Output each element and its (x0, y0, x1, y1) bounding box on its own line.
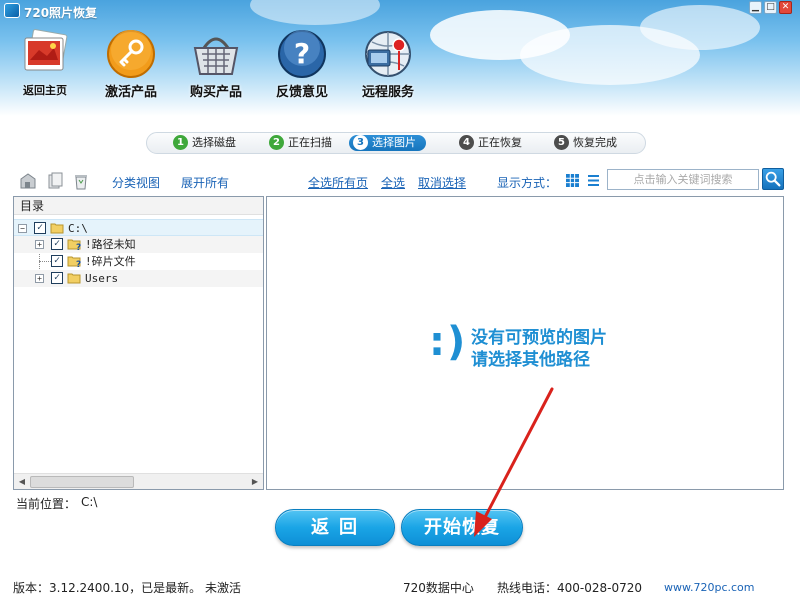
folder-question-icon: ? (67, 239, 81, 250)
category-view-link[interactable]: 分类视图 (112, 174, 160, 191)
collapse-toggle[interactable]: − (18, 224, 27, 233)
step-select-images: 3 选择图片 (349, 135, 426, 151)
tree-item-root[interactable]: − ✓ C:\ (14, 219, 263, 236)
nav-activate-button[interactable]: 激活产品 (91, 26, 171, 102)
shopping-basket-icon (193, 37, 239, 75)
tree-item-label: C:\ (68, 222, 88, 235)
list-view-icon[interactable] (587, 174, 600, 187)
step-scanning: 2 正在扫描 (269, 135, 332, 151)
maximize-button[interactable]: □ (764, 1, 777, 14)
scrollbar-thumb[interactable] (30, 476, 134, 488)
expand-all-link[interactable]: 展开所有 (181, 174, 229, 191)
search-button[interactable] (762, 168, 784, 190)
back-folder-icon[interactable] (19, 172, 37, 190)
tree-checkbox[interactable]: ✓ (34, 222, 46, 234)
horizontal-scrollbar[interactable]: ◀ ▶ (14, 473, 263, 489)
close-button[interactable]: ✕ (779, 1, 792, 14)
tree-item-label: Users (85, 272, 119, 285)
svg-text:?: ? (294, 37, 310, 70)
tree-checkbox[interactable]: ✓ (51, 238, 63, 250)
step-select-disk: 1 选择磁盘 (173, 135, 236, 151)
folder-icon (50, 223, 64, 234)
deselect-link[interactable]: 取消选择 (418, 174, 466, 191)
nav-home-button[interactable]: 返回主页 (5, 26, 85, 102)
folder-question-icon: ? (67, 256, 81, 267)
current-location-value: C:\ (81, 495, 98, 509)
help-question-icon: ? (278, 30, 326, 78)
empty-message-line2: 请选择其他路径 (471, 350, 590, 370)
expand-toggle[interactable]: + (35, 274, 44, 283)
minimize-button[interactable]: ▁ (749, 1, 762, 14)
step-recovering: 4 正在恢复 (459, 135, 522, 151)
grid-view-icon[interactable] (566, 174, 579, 187)
search-input[interactable] (607, 169, 759, 190)
step-number: 3 (353, 135, 368, 150)
copy-icon[interactable] (46, 172, 64, 190)
remote-service-icon (365, 31, 411, 77)
tree-checkbox[interactable]: ✓ (51, 272, 63, 284)
app-icon (4, 3, 20, 18)
header-banner: 720照片恢复 ▁ □ ✕ 返回主页 激活产品 购买产品 ? 反馈意见 远程服务 (0, 0, 800, 116)
nav-feedback-button[interactable]: ? 反馈意见 (262, 26, 342, 102)
tree-item-fragment-files[interactable]: ✓ ? !碎片文件 (14, 253, 263, 270)
expand-toggle[interactable]: + (35, 240, 44, 249)
key-icon (107, 30, 155, 78)
version-info: 版本：3.12.2400.10，已是最新。 (13, 581, 202, 595)
data-center-label: 720数据中心 (403, 581, 474, 595)
tree-item-users[interactable]: + ✓ Users (14, 270, 263, 287)
nav-buy-button[interactable]: 购买产品 (176, 26, 256, 102)
nav-remote-button[interactable]: 远程服务 (348, 26, 428, 102)
tree-item-label: !路径未知 (85, 238, 136, 251)
nav-buy-label: 购买产品 (189, 85, 242, 100)
select-all-pages-link[interactable]: 全选所有页 (308, 174, 368, 191)
svg-text:?: ? (76, 243, 81, 250)
start-recovery-button[interactable]: 开始恢复 (401, 509, 523, 546)
tree-item-label: !碎片文件 (85, 255, 136, 268)
nav-home-label: 返回主页 (23, 84, 67, 97)
step-number: 2 (269, 135, 284, 150)
directory-tree-panel: 目录 − ✓ C:\ + ✓ ? !路径未知 ✓ ? !碎片文件 + ✓ Use… (13, 196, 264, 490)
image-preview-panel: :) 没有可预览的图片 请选择其他路径 (266, 196, 784, 490)
select-all-link[interactable]: 全选 (381, 174, 405, 191)
status-bar: 版本：3.12.2400.10，已是最新。 未激活 720数据中心 热线电话：4… (0, 575, 800, 599)
tree-checkbox[interactable]: ✓ (51, 255, 63, 267)
step-complete: 5 恢复完成 (554, 135, 617, 151)
step-number: 5 (554, 135, 569, 150)
tree-item-unknown-path[interactable]: + ✓ ? !路径未知 (14, 236, 263, 253)
activation-status: 未激活 (205, 581, 242, 595)
nav-feedback-label: 反馈意见 (275, 85, 328, 100)
step-number: 1 (173, 135, 188, 150)
wizard-steps: 1 选择磁盘 2 正在扫描 3 选择图片 4 正在恢复 5 恢复完成 (146, 132, 646, 154)
step-label: 正在扫描 (288, 136, 332, 149)
folder-icon (67, 273, 81, 284)
current-location-label: 当前位置： (16, 497, 77, 511)
step-label: 选择图片 (372, 136, 416, 149)
step-label: 恢复完成 (573, 136, 617, 149)
scroll-left-arrow-icon[interactable]: ◀ (16, 476, 28, 488)
step-label: 选择磁盘 (192, 136, 236, 149)
nav-activate-label: 激活产品 (104, 85, 157, 100)
svg-text:?: ? (76, 260, 81, 267)
search-icon (765, 171, 781, 187)
step-number: 4 (459, 135, 474, 150)
hotline-label: 热线电话：400-028-0720 (497, 581, 643, 595)
tree-header: 目录 (14, 197, 263, 215)
smiley-emoticon: :) (429, 319, 468, 365)
app-title: 720照片恢复 (24, 6, 98, 20)
nav-remote-label: 远程服务 (361, 85, 414, 100)
website-link[interactable]: www.720pc.com (664, 581, 755, 594)
step-label: 正在恢复 (478, 136, 522, 149)
scroll-right-arrow-icon[interactable]: ▶ (249, 476, 261, 488)
title-bar: 720照片恢复 ▁ □ ✕ (0, 0, 800, 22)
back-button[interactable]: 返回 (275, 509, 395, 546)
display-mode-label: 显示方式： (497, 176, 558, 190)
home-photo-icon (24, 29, 68, 71)
recycle-bin-icon[interactable] (72, 172, 90, 190)
